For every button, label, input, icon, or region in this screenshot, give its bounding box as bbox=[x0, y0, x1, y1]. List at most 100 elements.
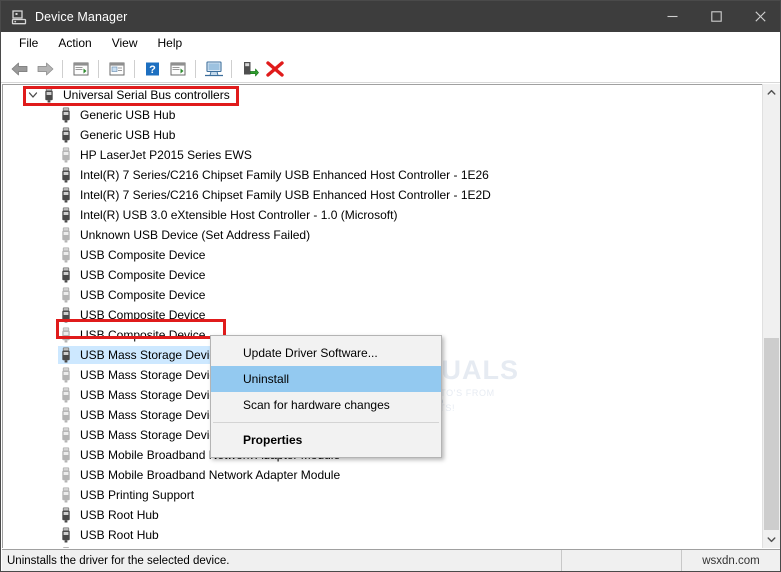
menu-help[interactable]: Help bbox=[148, 33, 193, 54]
tree-item-device[interactable]: Generic USB Hub bbox=[3, 105, 757, 125]
tree-item-content: USB Mobile Broadband Network Adapter Mod… bbox=[58, 466, 343, 484]
menu-file[interactable]: File bbox=[9, 33, 48, 54]
usb-device-icon bbox=[58, 287, 74, 303]
tree-item-content: Intel(R) USB 3.0 eXtensible Host Control… bbox=[58, 206, 400, 224]
titlebar: Device Manager bbox=[1, 1, 780, 32]
tree-item-device[interactable]: USB Mobile Broadband Network Adapter Mod… bbox=[3, 465, 757, 485]
usb-device-icon bbox=[58, 447, 74, 463]
tree-item-content: USB Composite Device bbox=[58, 266, 208, 284]
usb-device-icon bbox=[58, 407, 74, 423]
svg-text:?: ? bbox=[149, 64, 156, 76]
tree-item-device[interactable]: Intel(R) 7 Series/C216 Chipset Family US… bbox=[3, 165, 757, 185]
usb-device-icon bbox=[58, 187, 74, 203]
context-menu-item-properties[interactable]: Properties bbox=[211, 427, 441, 453]
minimize-icon[interactable] bbox=[650, 1, 694, 32]
tree-item-label: Intel(R) USB 3.0 eXtensible Host Control… bbox=[80, 208, 398, 222]
tree-item-label: USB Composite Device bbox=[80, 308, 206, 322]
close-icon[interactable] bbox=[738, 1, 780, 32]
tree-item-device[interactable]: USB Root Hub bbox=[3, 525, 757, 545]
tree-item-content: USB Composite Device bbox=[58, 286, 208, 304]
chevron-down-icon[interactable] bbox=[763, 531, 780, 548]
enable-device-icon[interactable] bbox=[237, 57, 262, 81]
menu-action[interactable]: Action bbox=[48, 33, 101, 54]
tree-item-device[interactable]: Intel(R) 7 Series/C216 Chipset Family US… bbox=[3, 185, 757, 205]
tree-item-device[interactable]: USB Root Hub (xHCI) bbox=[3, 545, 757, 548]
tree-item-label: USB Composite Device bbox=[80, 268, 206, 282]
usb-device-icon bbox=[58, 127, 74, 143]
tree-item-label: Generic USB Hub bbox=[80, 108, 176, 122]
tree-item-content: USB Composite Device bbox=[58, 306, 208, 324]
tree-item-label: USB Root Hub bbox=[80, 508, 159, 522]
usb-device-icon bbox=[58, 347, 74, 363]
tree-node-usb-controllers[interactable]: Universal Serial Bus controllers bbox=[3, 85, 757, 105]
tree-item-content: USB Composite Device bbox=[58, 246, 208, 264]
tree-item-label: USB Printing Support bbox=[80, 488, 195, 502]
vertical-scrollbar[interactable] bbox=[762, 84, 780, 548]
tree-item-device[interactable]: HP LaserJet P2015 Series EWS bbox=[3, 145, 757, 165]
tree-item-device[interactable]: Generic USB Hub bbox=[3, 125, 757, 145]
tree-item-device[interactable]: USB Root Hub bbox=[3, 505, 757, 525]
usb-device-icon bbox=[58, 387, 74, 403]
tree-item-content: USB Root Hub bbox=[58, 506, 162, 524]
tree-item-content: Generic USB Hub bbox=[58, 126, 178, 144]
tree-children: Generic USB Hub Generic USB Hub HP LaserJe… bbox=[3, 105, 757, 548]
usb-device-icon bbox=[58, 487, 74, 503]
device-tree: Universal Serial Bus controllers Generic… bbox=[3, 85, 757, 548]
window-controls bbox=[650, 1, 780, 32]
update-driver-icon[interactable] bbox=[165, 57, 190, 81]
tree-item-device[interactable]: USB Printing Support bbox=[3, 485, 757, 505]
scrollbar-thumb[interactable] bbox=[764, 338, 779, 530]
statusbar: Uninstalls the driver for the selected d… bbox=[2, 549, 780, 571]
tree-item-content: USB Root Hub bbox=[58, 526, 162, 544]
usb-device-icon bbox=[58, 147, 74, 163]
context-menu-item-uninstall[interactable]: Uninstall bbox=[211, 366, 441, 392]
tree-item-content: Intel(R) 7 Series/C216 Chipset Family US… bbox=[58, 166, 492, 184]
context-menu-separator bbox=[213, 422, 439, 423]
scan-hardware-changes-icon[interactable] bbox=[201, 57, 226, 81]
context-menu-item-scan-hardware[interactable]: Scan for hardware changes bbox=[211, 392, 441, 418]
statusbar-watermark: wsxdn.com bbox=[702, 554, 760, 567]
tree-item-device[interactable]: Intel(R) USB 3.0 eXtensible Host Control… bbox=[3, 205, 757, 225]
tree-node-label: Universal Serial Bus controllers bbox=[63, 88, 230, 102]
show-hidden-devices-icon[interactable] bbox=[68, 57, 93, 81]
tree-item-device[interactable]: USB Composite Device bbox=[3, 285, 757, 305]
tree-item-label: HP LaserJet P2015 Series EWS bbox=[80, 148, 252, 162]
tree-item-device[interactable]: USB Composite Device bbox=[3, 305, 757, 325]
usb-device-icon bbox=[58, 427, 74, 443]
toolbar-separator bbox=[231, 59, 232, 78]
tree-item-device[interactable]: USB Composite Device bbox=[3, 265, 757, 285]
tree-item-content: USB Mass Storage Device bbox=[58, 366, 225, 384]
context-menu[interactable]: Update Driver Software... Uninstall Scan… bbox=[210, 335, 442, 458]
chevron-down-icon[interactable] bbox=[25, 85, 41, 105]
tree-item-label: USB Mass Storage Device bbox=[80, 348, 223, 362]
tree-item-content: USB Mass Storage Device bbox=[58, 426, 225, 444]
tree-item-device[interactable]: USB Composite Device bbox=[3, 245, 757, 265]
tree-item-label: USB Mobile Broadband Network Adapter Mod… bbox=[80, 468, 341, 482]
forward-icon[interactable] bbox=[32, 57, 57, 81]
back-icon[interactable] bbox=[7, 57, 32, 81]
tree-item-content: USB Mass Storage Device bbox=[58, 406, 225, 424]
tree-item-content: Unknown USB Device (Set Address Failed) bbox=[58, 226, 313, 244]
window-title: Device Manager bbox=[35, 9, 128, 24]
tree-item-content: USB Root Hub (xHCI) bbox=[58, 546, 200, 548]
tree-item-label: Intel(R) 7 Series/C216 Chipset Family US… bbox=[80, 188, 491, 202]
properties-icon[interactable] bbox=[104, 57, 129, 81]
tree-item-content: Intel(R) 7 Series/C216 Chipset Family US… bbox=[58, 186, 494, 204]
chevron-up-icon[interactable] bbox=[763, 84, 780, 101]
tree-item-label: USB Composite Device bbox=[80, 288, 206, 302]
context-menu-item-update-driver[interactable]: Update Driver Software... bbox=[211, 340, 441, 366]
help-icon[interactable]: ? bbox=[140, 57, 165, 81]
tree-item-label: Generic USB Hub bbox=[80, 128, 176, 142]
usb-device-icon bbox=[58, 367, 74, 383]
tree-item-label: USB Mass Storage Device bbox=[80, 388, 223, 402]
uninstall-device-icon[interactable] bbox=[262, 57, 287, 81]
usb-device-icon bbox=[58, 247, 74, 263]
usb-device-icon bbox=[58, 507, 74, 523]
menu-view[interactable]: View bbox=[102, 33, 148, 54]
tree-item-label: USB Composite Device bbox=[80, 328, 206, 342]
device-tree-pane[interactable]: Universal Serial Bus controllers Generic… bbox=[2, 84, 762, 548]
maximize-icon[interactable] bbox=[694, 1, 738, 32]
device-manager-window: Device Manager File Action View Help ? U… bbox=[0, 0, 781, 572]
tree-item-device[interactable]: Unknown USB Device (Set Address Failed) bbox=[3, 225, 757, 245]
toolbar-separator bbox=[98, 59, 99, 78]
